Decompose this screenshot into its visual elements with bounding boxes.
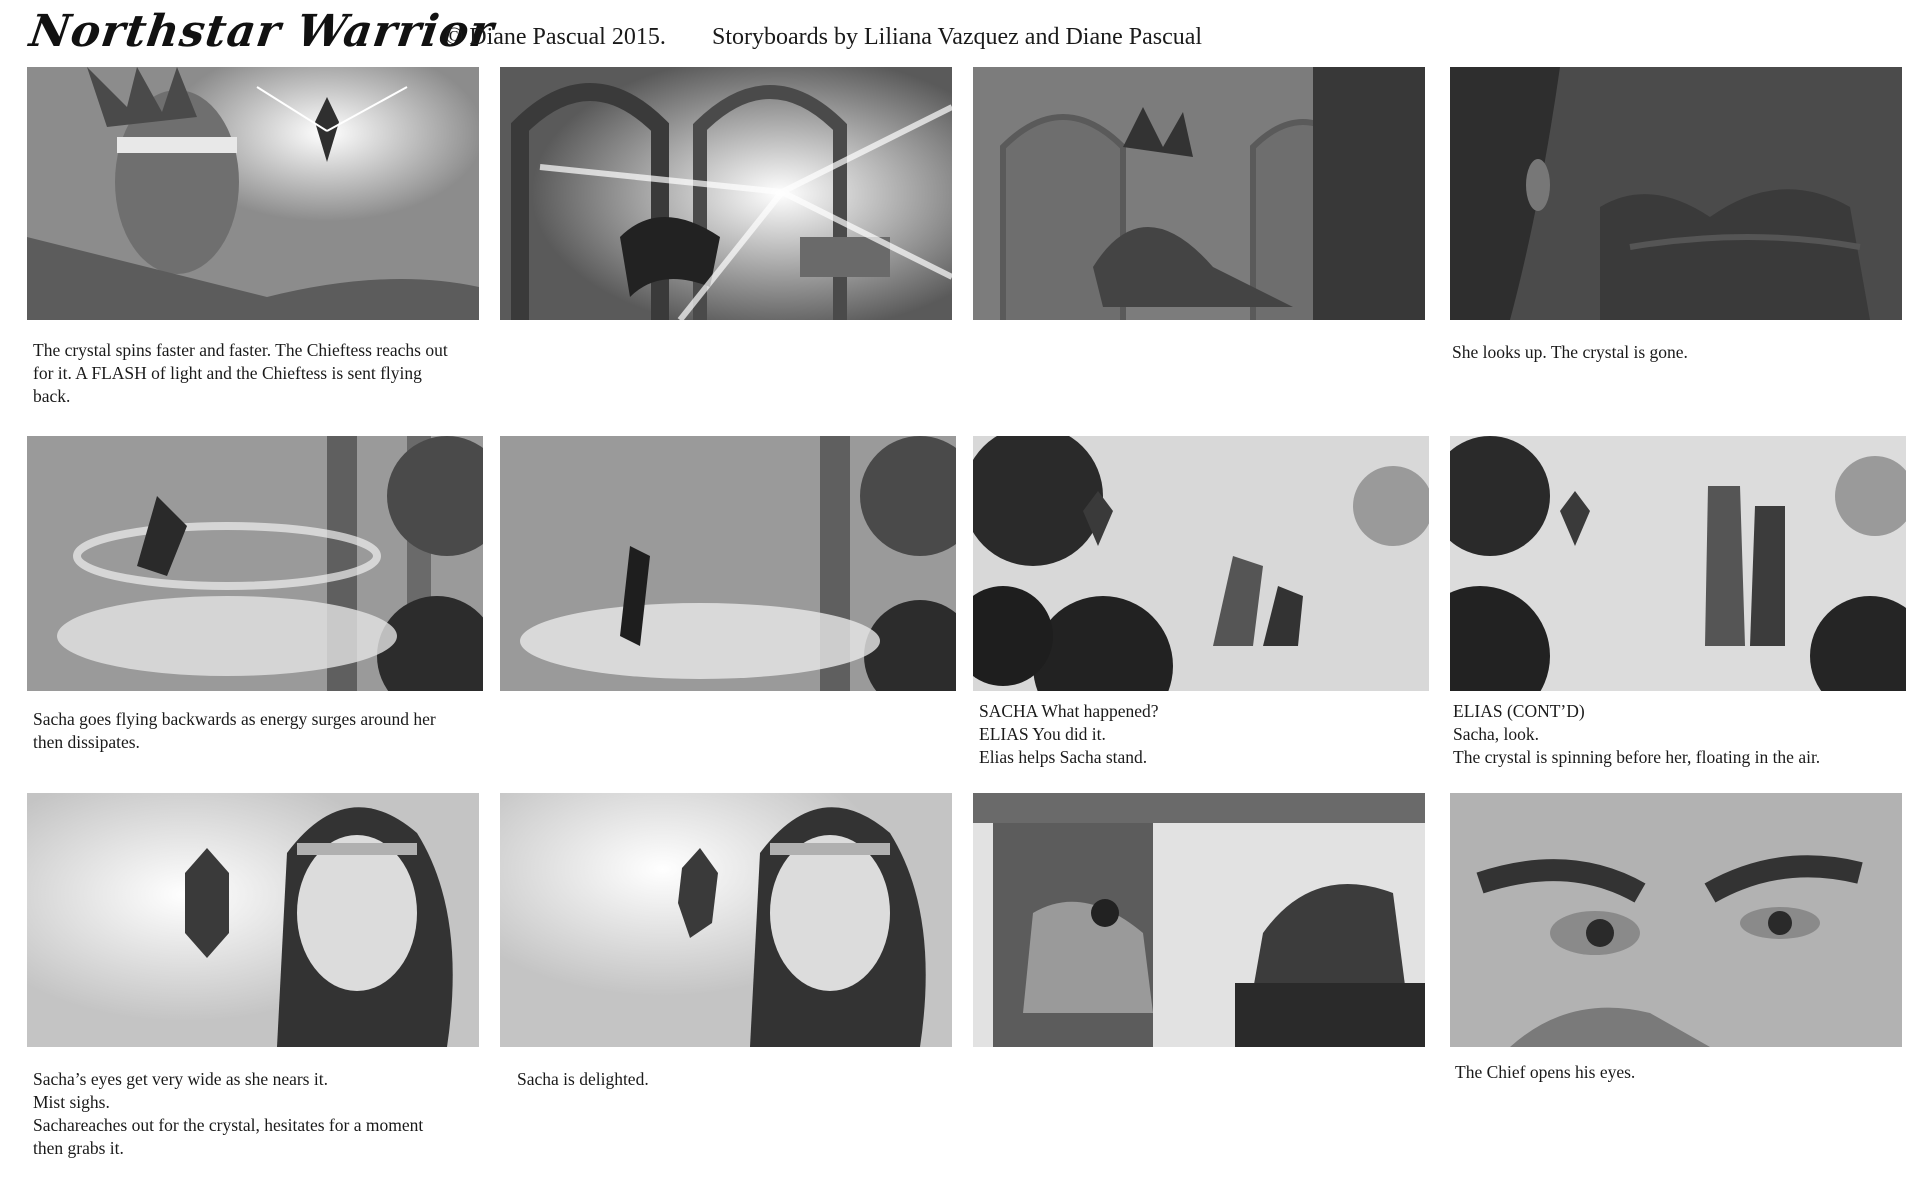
storyboard-frame-4: [1450, 67, 1902, 320]
storyboard-credits: Storyboards by Liliana Vazquez and Diane…: [712, 24, 1203, 50]
storyboard-frame-8: [1450, 436, 1906, 691]
storyboard-frame-7: [973, 436, 1429, 691]
storyboard-frame-1: [27, 67, 479, 320]
storyboard-frame-6: [500, 436, 956, 691]
caption-8: ELIAS (CONT’D) Sacha, look. The crystal is…: [1453, 701, 1821, 767]
caption-9: Sacha’s eyes get very wide as she nears …: [33, 1069, 424, 1158]
page-header: Northstar Warrior © Diane Pascual 2015. …: [0, 0, 1920, 70]
copyright-notice: © Diane Pascual 2015.: [445, 24, 666, 50]
caption-5: Sacha goes flying backwards as energy su…: [33, 709, 436, 752]
storyboard-frame-12: [1450, 793, 1902, 1047]
storyboard-frame-9: [27, 793, 479, 1047]
caption-1: The crystal spins faster and faster. The…: [33, 340, 448, 406]
storyboard-frame-2: [500, 67, 952, 320]
storyboard-frame-5: [27, 436, 483, 691]
caption-12: The Chief opens his eyes.: [1455, 1062, 1636, 1082]
caption-7: SACHA What happened? ELIAS You did it. Eli…: [979, 701, 1159, 767]
page-title: Northstar Warrior: [26, 6, 498, 57]
caption-4: She looks up. The crystal is gone.: [1452, 342, 1688, 362]
storyboard-frame-11: [973, 793, 1425, 1047]
caption-10: Sacha is delighted.: [517, 1069, 649, 1089]
storyboard-frame-3: [973, 67, 1425, 320]
storyboard-frame-10: [500, 793, 952, 1047]
